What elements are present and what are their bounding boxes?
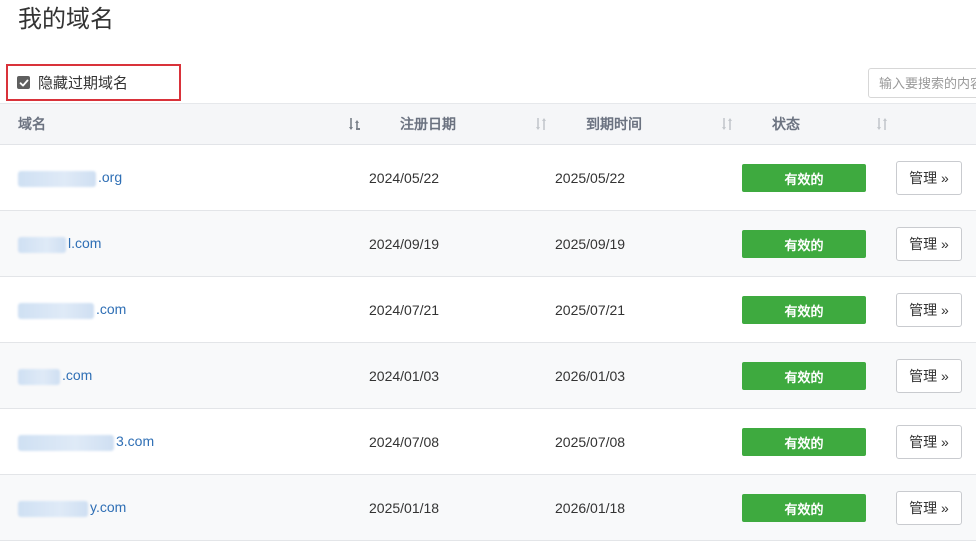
redacted-domain — [18, 302, 94, 319]
sort-icon[interactable] — [534, 116, 548, 132]
check-icon — [19, 79, 28, 86]
expire-date: 2025/07/08 — [555, 434, 626, 450]
table-row: .com 2024/07/21 2025/07/21 有效的 管理 » — [0, 277, 976, 343]
manage-button[interactable]: 管理 » — [896, 491, 962, 525]
manage-button[interactable]: 管理 » — [896, 425, 962, 459]
domain-link[interactable]: l.com — [18, 235, 101, 253]
column-header-reg-date[interactable]: 注册日期 — [400, 104, 456, 144]
reg-date: 2024/07/08 — [369, 434, 440, 450]
sort-icon[interactable] — [720, 116, 734, 132]
manage-button[interactable]: 管理 » — [896, 161, 962, 195]
column-header-expire-date[interactable]: 到期时间 — [586, 104, 642, 144]
search-input[interactable] — [868, 68, 976, 98]
status-badge: 有效的 — [742, 296, 866, 324]
domain-link[interactable]: y.com — [18, 499, 126, 517]
reg-date: 2024/09/19 — [369, 236, 440, 252]
page-title: 我的域名 — [18, 6, 114, 33]
hide-expired-filter[interactable]: 隐藏过期域名 — [6, 64, 181, 101]
status-badge: 有效的 — [742, 230, 866, 258]
redacted-domain — [18, 236, 66, 253]
table-row: y.com 2025/01/18 2026/01/18 有效的 管理 » — [0, 475, 976, 541]
redacted-domain — [18, 368, 60, 385]
hide-expired-checkbox[interactable] — [17, 76, 30, 89]
hide-expired-label: 隐藏过期域名 — [38, 75, 129, 92]
table-header: 域名 注册日期 到期时间 状态 — [0, 103, 976, 145]
manage-button[interactable]: 管理 » — [896, 293, 962, 327]
table-row: 3.com 2024/07/08 2025/07/08 有效的 管理 » — [0, 409, 976, 475]
redacted-domain — [18, 434, 114, 451]
expire-date: 2026/01/03 — [555, 368, 626, 384]
manage-button[interactable]: 管理 » — [896, 227, 962, 261]
status-badge: 有效的 — [742, 164, 866, 192]
table-row: .org 2024/05/22 2025/05/22 有效的 管理 » — [0, 145, 976, 211]
expire-date: 2025/09/19 — [555, 236, 626, 252]
domain-link[interactable]: 3.com — [18, 433, 154, 451]
table-row: l.com 2024/09/19 2025/09/19 有效的 管理 » — [0, 211, 976, 277]
domain-table: 域名 注册日期 到期时间 状态 .org 2024/05/22 2025/05/… — [0, 103, 976, 541]
column-header-status[interactable]: 状态 — [772, 104, 800, 144]
redacted-domain — [18, 170, 96, 187]
table-row: .com 2024/01/03 2026/01/03 有效的 管理 » — [0, 343, 976, 409]
reg-date: 2024/05/22 — [369, 170, 440, 186]
expire-date: 2026/01/18 — [555, 500, 626, 516]
reg-date: 2025/01/18 — [369, 500, 440, 516]
expire-date: 2025/07/21 — [555, 302, 626, 318]
reg-date: 2024/01/03 — [369, 368, 440, 384]
reg-date: 2024/07/21 — [369, 302, 440, 318]
domain-link[interactable]: .org — [18, 169, 122, 187]
expire-date: 2025/05/22 — [555, 170, 626, 186]
column-header-domain[interactable]: 域名 — [18, 104, 46, 144]
domain-link[interactable]: .com — [18, 367, 92, 385]
status-badge: 有效的 — [742, 428, 866, 456]
manage-button[interactable]: 管理 » — [896, 359, 962, 393]
redacted-domain — [18, 500, 88, 517]
sort-icon[interactable] — [875, 116, 889, 132]
status-badge: 有效的 — [742, 362, 866, 390]
status-badge: 有效的 — [742, 494, 866, 522]
sort-icon[interactable] — [348, 116, 362, 132]
domain-link[interactable]: .com — [18, 301, 126, 319]
